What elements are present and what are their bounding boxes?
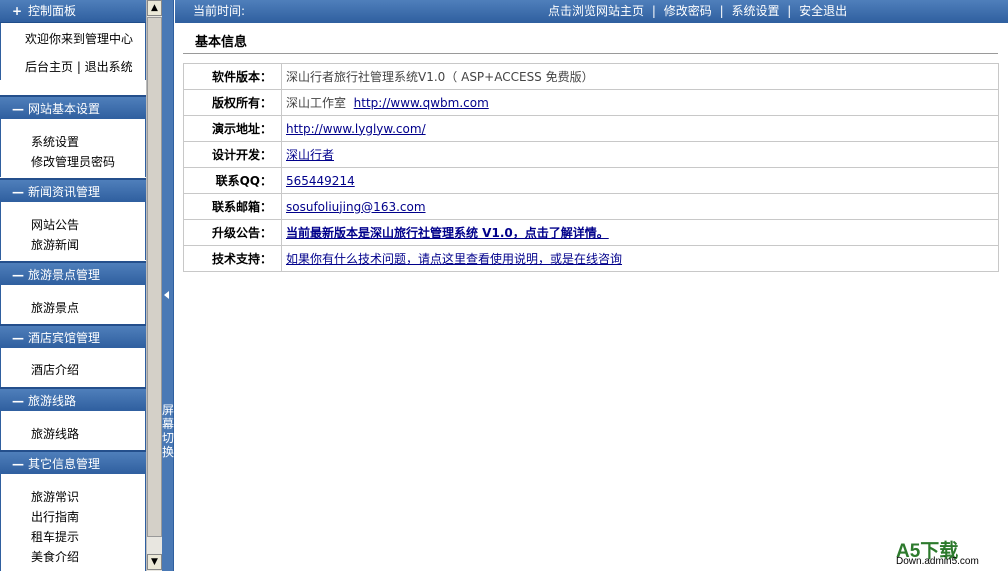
- section-header-attractions[interactable]: — 旅游景点管理: [0, 261, 146, 285]
- sidebar-item-travel-tips[interactable]: 旅游常识: [31, 488, 79, 505]
- section-title: 新闻资讯管理: [28, 185, 101, 199]
- table-row: 软件版本： 深山行者旅行社管理系统V1.0（ ASP+ACCESS 免费版）: [183, 63, 999, 90]
- minus-icon: —: [12, 394, 24, 408]
- section-title: 旅游景点管理: [28, 268, 101, 282]
- sidebar-item-food[interactable]: 美食介绍: [31, 548, 79, 565]
- scroll-up-arrow-icon[interactable]: ▲: [147, 0, 162, 16]
- section-box-site-settings: 系统设置 修改管理员密码: [0, 119, 146, 177]
- welcome-link[interactable]: 欢迎你来到管理中心: [25, 30, 133, 47]
- sidebar-item-attractions[interactable]: 旅游景点: [31, 299, 79, 316]
- view-site-home-link[interactable]: 点击浏览网站主页: [548, 4, 644, 18]
- link-separator: |: [787, 4, 792, 18]
- row-label: 版权所有：: [183, 89, 282, 116]
- plus-icon: +: [12, 4, 23, 18]
- section-header-site-settings[interactable]: — 网站基本设置: [0, 95, 146, 119]
- section-header-hotels[interactable]: — 酒店宾馆管理: [0, 324, 146, 348]
- page-title: 基本信息: [195, 35, 248, 50]
- a5-watermark-logo: A5下载 Down.admin5.com: [896, 536, 1006, 570]
- current-time-label: 当前时间:: [193, 4, 246, 18]
- section-box-news: 网站公告 旅游新闻: [0, 202, 146, 260]
- table-row: 技术支持： 如果你有什么技术问题，请点这里查看使用说明，或是在线咨询: [183, 245, 999, 272]
- sidebar-scrollbar[interactable]: ▲ ▼: [146, 0, 162, 571]
- link-separator: |: [719, 4, 724, 18]
- row-label: 技术支持：: [183, 245, 282, 272]
- screen-toggle-char: 幕: [162, 417, 175, 431]
- section-header-news[interactable]: — 新闻资讯管理: [0, 178, 146, 202]
- collapse-left-arrow-icon[interactable]: [164, 291, 169, 299]
- tech-support-link[interactable]: 如果你有什么技术问题，请点这里查看使用说明，或是在线咨询: [286, 252, 622, 266]
- main-content: 基本信息 软件版本： 深山行者旅行社管理系统V1.0（ ASP+ACCESS 免…: [175, 23, 1008, 571]
- basic-info-table: 软件版本： 深山行者旅行社管理系统V1.0（ ASP+ACCESS 免费版） 版…: [183, 63, 999, 272]
- minus-icon: —: [12, 331, 24, 345]
- software-version-value: 深山行者旅行社管理系统V1.0（ ASP+ACCESS 免费版）: [281, 63, 999, 90]
- safe-logout-link[interactable]: 安全退出: [799, 4, 847, 18]
- demo-url-link[interactable]: http://www.lyglyw.com/: [286, 122, 426, 136]
- sidebar-item-system-settings[interactable]: 系统设置: [31, 133, 79, 150]
- system-settings-link[interactable]: 系统设置: [731, 4, 779, 18]
- sidebar-item-car-rental[interactable]: 租车提示: [31, 528, 79, 545]
- row-label: 升级公告：: [183, 219, 282, 246]
- upgrade-notice-link[interactable]: 当前最新版本是深山旅行社管理系统 V1.0，点击了解详情。: [286, 226, 609, 240]
- change-password-link[interactable]: 修改密码: [664, 4, 712, 18]
- row-label: 联系邮箱：: [183, 193, 282, 220]
- screen-toggle-char: 屏: [162, 403, 175, 417]
- section-title: 网站基本设置: [28, 102, 101, 116]
- section-box-attractions: 旅游景点: [0, 285, 146, 325]
- table-row: 设计开发： 深山行者: [183, 141, 999, 168]
- table-row: 联系QQ： 565449214: [183, 167, 999, 194]
- screen-toggle-char: 切: [162, 431, 175, 445]
- copyright-cell: 深山工作室 http://www.qwbm.com: [281, 89, 999, 116]
- row-label: 演示地址：: [183, 115, 282, 142]
- scrollbar-thumb[interactable]: [147, 17, 162, 537]
- minus-icon: —: [12, 457, 24, 471]
- table-row: 演示地址： http://www.lyglyw.com/: [183, 115, 999, 142]
- title-divider: [183, 53, 998, 54]
- table-row: 联系邮箱： sosufoliujing@163.com: [183, 193, 999, 220]
- contact-email-link[interactable]: sosufoliujing@163.com: [286, 200, 426, 214]
- section-title: 旅游线路: [28, 394, 77, 408]
- sidebar: + 控制面板 欢迎你来到管理中心 后台主页 | 退出系统 — 网站基本设置 系统设置…: [0, 0, 146, 571]
- screen-toggle-label[interactable]: 屏 幕 切 换: [162, 403, 174, 459]
- section-box-hotels: 酒店介绍: [0, 348, 146, 388]
- section-box-routes: 旅游线路: [0, 411, 146, 451]
- minus-icon: —: [12, 268, 24, 282]
- home-logout-link[interactable]: 后台主页 | 退出系统: [25, 58, 133, 75]
- sidebar-item-routes[interactable]: 旅游线路: [31, 425, 79, 442]
- sidebar-item-hotels[interactable]: 酒店介绍: [31, 361, 79, 378]
- row-label: 联系QQ：: [183, 167, 282, 194]
- section-box-other-info: 旅游常识 出行指南 租车提示 美食介绍: [0, 474, 146, 571]
- row-label: 软件版本：: [183, 63, 282, 90]
- minus-icon: —: [12, 185, 24, 199]
- screen-toggle-char: 换: [162, 445, 175, 459]
- contact-qq-link[interactable]: 565449214: [286, 174, 355, 188]
- sidebar-item-site-notice[interactable]: 网站公告: [31, 216, 79, 233]
- control-panel-header[interactable]: + 控制面板: [0, 0, 146, 23]
- top-bar: 当前时间: 点击浏览网站主页 | 修改密码 | 系统设置 | 安全退出: [175, 0, 1008, 23]
- minus-icon: —: [12, 102, 24, 116]
- control-panel-title: 控制面板: [28, 4, 77, 18]
- copyright-site-link[interactable]: http://www.qwbm.com: [354, 96, 489, 110]
- control-panel-box: 欢迎你来到管理中心 后台主页 | 退出系统: [0, 23, 146, 80]
- section-header-other-info[interactable]: — 其它信息管理: [0, 450, 146, 474]
- watermark-site: Down.admin5.com: [896, 556, 979, 567]
- link-separator: |: [651, 4, 656, 18]
- sidebar-item-change-admin-password[interactable]: 修改管理员密码: [31, 153, 115, 170]
- table-row: 版权所有： 深山工作室 http://www.qwbm.com: [183, 89, 999, 116]
- sidebar-item-travel-guide[interactable]: 出行指南: [31, 508, 79, 525]
- table-row: 升级公告： 当前最新版本是深山旅行社管理系统 V1.0，点击了解详情。: [183, 219, 999, 246]
- section-title: 其它信息管理: [28, 457, 101, 471]
- screen-toggle-bar[interactable]: 屏 幕 切 换: [162, 0, 174, 571]
- top-links: 点击浏览网站主页 | 修改密码 | 系统设置 | 安全退出: [548, 0, 847, 23]
- section-title: 酒店宾馆管理: [28, 331, 101, 345]
- section-header-routes[interactable]: — 旅游线路: [0, 387, 146, 411]
- sidebar-item-travel-news[interactable]: 旅游新闻: [31, 236, 79, 253]
- scroll-down-arrow-icon[interactable]: ▼: [147, 554, 162, 570]
- developer-link[interactable]: 深山行者: [286, 148, 334, 162]
- copyright-owner: 深山工作室: [286, 96, 347, 110]
- row-label: 设计开发：: [183, 141, 282, 168]
